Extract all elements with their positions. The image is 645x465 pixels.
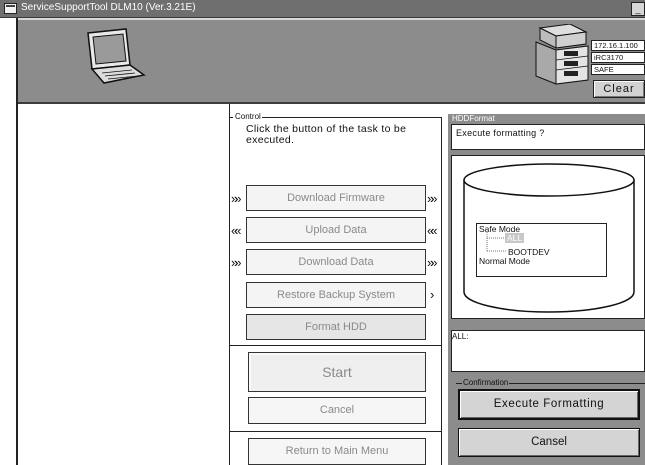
window-control-button[interactable]: _ [631, 2, 645, 16]
control-frame-edge [441, 117, 442, 465]
download-firmware-button[interactable]: Download Firmware [246, 185, 426, 211]
download-data-button[interactable]: Download Data [246, 249, 426, 275]
copier-icon [535, 24, 589, 85]
window-title: ServiceSupportTool DLM10 (Ver.3.21E) [21, 2, 196, 13]
control-frame-line [229, 117, 233, 118]
all-detail-box [451, 330, 645, 372]
tree-item-all[interactable]: ALL [505, 233, 525, 243]
execute-formatting-button[interactable]: Execute Formatting [458, 389, 640, 420]
cancel-button[interactable]: Cancel [248, 397, 426, 424]
left-border [16, 18, 18, 465]
back-arrows-icon: «« [231, 223, 242, 238]
app-icon[interactable] [4, 3, 17, 14]
ip-address-field: 172.16.1.100 [591, 40, 645, 51]
control-instructions: Click the button of the task to be execu… [246, 123, 407, 146]
laptop-icon [87, 28, 146, 84]
cansel-button[interactable]: Cansel [458, 428, 640, 457]
control-frame-line [260, 117, 442, 118]
back-arrows-icon: «« [427, 223, 438, 238]
device-model-field: iRC3170 [591, 52, 645, 63]
format-hdd-button[interactable]: Format HDD [246, 314, 426, 340]
forward-arrows-icon: »» [427, 191, 438, 206]
panel-divider [229, 104, 230, 465]
mode-field: SAFE [591, 64, 645, 75]
forward-arrows-icon: »» [231, 255, 242, 270]
hdd-message-box: Execute formatting ? [451, 124, 645, 150]
upload-data-button[interactable]: Upload Data [246, 217, 426, 243]
chevron-right-icon: › [430, 287, 435, 302]
forward-arrows-icon: »» [427, 255, 438, 270]
forward-arrows-icon: »» [231, 191, 242, 206]
separator [229, 345, 441, 346]
start-button[interactable]: Start [248, 352, 426, 392]
tree-item-normal-mode[interactable]: Normal Mode [479, 256, 530, 266]
all-detail-label: ALL: [452, 332, 469, 341]
confirmation-label: Confirmation [462, 378, 510, 387]
hdd-format-label: HDDFormat [452, 114, 495, 123]
clear-button[interactable]: Clear [593, 80, 645, 98]
separator [229, 431, 441, 432]
control-group-label: Control [234, 112, 262, 121]
restore-backup-system-button[interactable]: Restore Backup System [246, 282, 426, 308]
return-to-main-menu-button[interactable]: Return to Main Menu [248, 438, 426, 465]
